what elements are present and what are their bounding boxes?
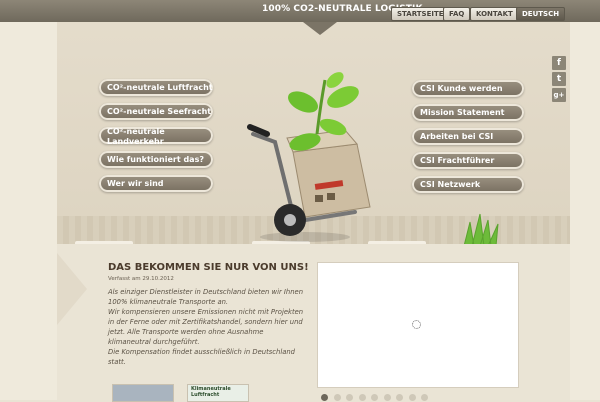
right-margin: [570, 22, 600, 400]
article-body: Als einziger Dienstleister in Deutschlan…: [108, 287, 308, 367]
menu-csi-netzwerk[interactable]: CSI Netzwerk: [412, 176, 524, 193]
section-arrow: [57, 253, 87, 325]
article-date: Verfasst am 29.10.2012: [108, 276, 174, 282]
menu-co2-seefracht[interactable]: CO²-neutrale Seefracht: [99, 103, 213, 120]
menu-csi-frachtfuehrer[interactable]: CSI Frachtführer: [412, 152, 524, 169]
top-bar-notch: [303, 22, 337, 35]
menu-arbeiten-bei-csi[interactable]: Arbeiten bei CSI: [412, 128, 524, 145]
nav-faq[interactable]: FAQ: [443, 7, 471, 21]
menu-co2-landverkehr[interactable]: CO²-neutrale Landverkehr: [99, 127, 213, 144]
twitter-icon[interactable]: t: [552, 72, 566, 86]
nav-kontakt[interactable]: KONTAKT: [470, 7, 519, 21]
grass-tuft: [463, 213, 499, 246]
menu-wer-wir-sind[interactable]: Wer wir sind: [99, 175, 213, 192]
thumbnail-1[interactable]: [112, 384, 174, 402]
article-paragraph: Als einziger Dienstleister in Deutschlan…: [108, 288, 304, 306]
hero-illustration: [247, 72, 371, 242]
article-headline: DAS BEKOMMEN SIE NUR VON UNS!: [108, 262, 309, 273]
thumbnail-2[interactable]: Klimaneutrale Luftfracht: [187, 384, 249, 402]
nav-language-deutsch[interactable]: DEUTSCH: [516, 7, 566, 21]
menu-wie-funktioniert[interactable]: Wie funktioniert das?: [99, 151, 213, 168]
article-paragraph: Wir kompensieren unsere Emissionen nicht…: [108, 308, 304, 346]
shadow-shape: [260, 232, 350, 242]
google-plus-icon[interactable]: g+: [552, 88, 566, 102]
menu-co2-luftfracht[interactable]: CO²-neutrale Luftfracht: [99, 79, 213, 96]
loading-spinner-icon: [412, 320, 421, 329]
nav-startseite[interactable]: STARTSEITE: [391, 7, 450, 21]
menu-csi-kunde-werden[interactable]: CSI Kunde werden: [412, 80, 524, 97]
thumbnail-label: Klimaneutrale Luftfracht: [191, 386, 231, 398]
facebook-icon[interactable]: f: [552, 56, 566, 70]
left-margin: [0, 22, 57, 400]
menu-mission-statement[interactable]: Mission Statement: [412, 104, 524, 121]
article-paragraph: Die Kompensation findet ausschließlich i…: [108, 348, 295, 366]
